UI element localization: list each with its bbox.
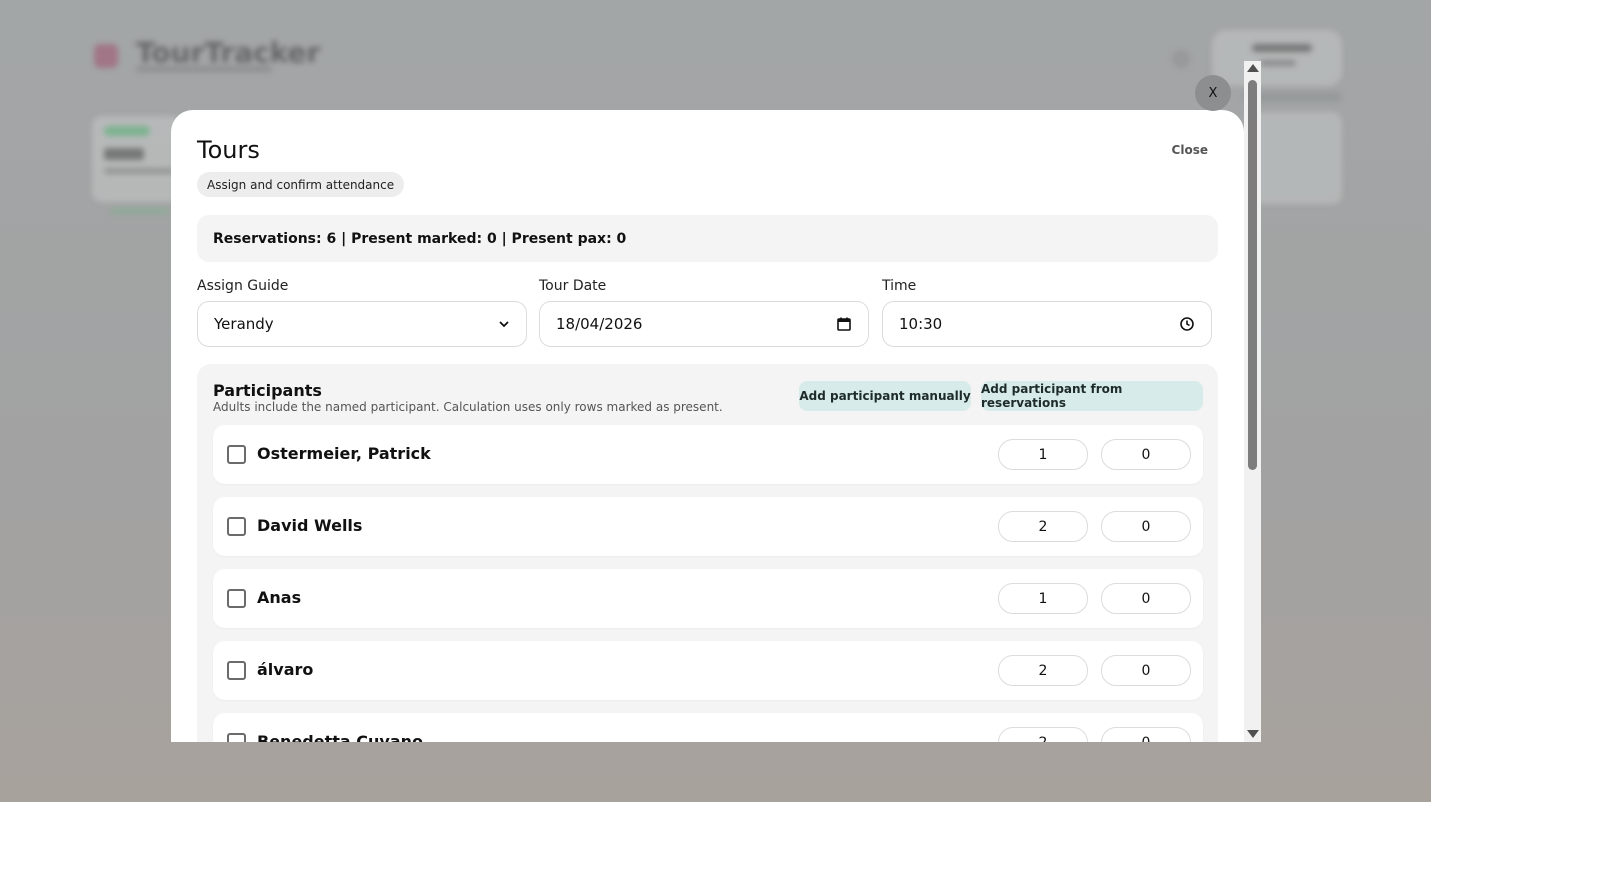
- children-input[interactable]: 0: [1101, 583, 1191, 614]
- children-input[interactable]: 0: [1101, 511, 1191, 542]
- participant-row: Ostermeier, Patrick 1 0: [213, 425, 1203, 484]
- present-checkbox[interactable]: [227, 517, 246, 536]
- participant-name: álvaro: [257, 660, 314, 679]
- modal-scrollbar[interactable]: [1244, 61, 1261, 742]
- children-input[interactable]: 0: [1101, 727, 1191, 742]
- adults-input[interactable]: 2: [998, 511, 1088, 542]
- participant-name: Anas: [257, 588, 302, 607]
- participant-name: Ostermeier, Patrick: [257, 444, 431, 463]
- adults-input[interactable]: 2: [998, 727, 1088, 742]
- modal-title: Tours: [197, 136, 260, 164]
- tours-modal: Tours Close Assign and confirm attendanc…: [171, 110, 1244, 742]
- time-label: Time: [882, 278, 917, 294]
- close-x-button[interactable]: X: [1195, 75, 1231, 111]
- reservation-summary: Reservations: 6 | Present marked: 0 | Pr…: [197, 215, 1218, 262]
- present-checkbox[interactable]: [227, 661, 246, 680]
- participant-row: David Wells 2 0: [213, 497, 1203, 556]
- time-input[interactable]: 10:30: [882, 301, 1212, 347]
- present-checkbox[interactable]: [227, 733, 246, 742]
- calendar-icon[interactable]: [836, 316, 852, 332]
- tour-date-input[interactable]: 18/04/2026: [539, 301, 869, 347]
- children-input[interactable]: 0: [1101, 655, 1191, 686]
- participant-row: álvaro 2 0: [213, 641, 1203, 700]
- guide-label: Assign Guide: [197, 278, 289, 294]
- tour-date-label: Tour Date: [539, 278, 607, 294]
- participant-name: David Wells: [257, 516, 363, 535]
- participant-name: Benedetta Cuvano: [257, 732, 423, 742]
- modal-scroll-container[interactable]: Tours Close Assign and confirm attendanc…: [171, 61, 1261, 742]
- modal-subtitle-badge: Assign and confirm attendance: [197, 172, 405, 197]
- participant-row: Benedetta Cuvano 2 0: [213, 713, 1203, 742]
- participant-row: Anas 1 0: [213, 569, 1203, 628]
- scroll-up-arrow-icon[interactable]: [1247, 64, 1259, 72]
- participants-panel: Participants Adults include the named pa…: [197, 364, 1218, 742]
- adults-input[interactable]: 2: [998, 655, 1088, 686]
- close-button[interactable]: Close: [1172, 143, 1208, 157]
- clock-icon[interactable]: [1179, 316, 1195, 332]
- add-participant-from-reservations-button[interactable]: Add participant from reservations: [981, 381, 1203, 411]
- present-checkbox[interactable]: [227, 589, 246, 608]
- app-logo: [94, 44, 118, 68]
- guide-select-value: Yerandy: [214, 315, 274, 333]
- participants-help-text: Adults include the named participant. Ca…: [213, 400, 723, 414]
- adults-input[interactable]: 1: [998, 439, 1088, 470]
- time-value: 10:30: [899, 315, 943, 333]
- present-checkbox[interactable]: [227, 445, 246, 464]
- adults-input[interactable]: 1: [998, 583, 1088, 614]
- guide-select[interactable]: Yerandy: [197, 301, 527, 347]
- scrollbar-thumb[interactable]: [1248, 80, 1257, 470]
- add-participant-manually-button[interactable]: Add participant manually: [799, 381, 971, 411]
- tour-date-value: 18/04/2026: [556, 315, 643, 333]
- background-link: [110, 208, 170, 214]
- chevron-down-icon: [498, 318, 510, 330]
- scroll-down-arrow-icon[interactable]: [1247, 730, 1259, 738]
- background-tour-card: [92, 116, 182, 202]
- children-input[interactable]: 0: [1101, 439, 1191, 470]
- participants-title: Participants: [213, 381, 322, 400]
